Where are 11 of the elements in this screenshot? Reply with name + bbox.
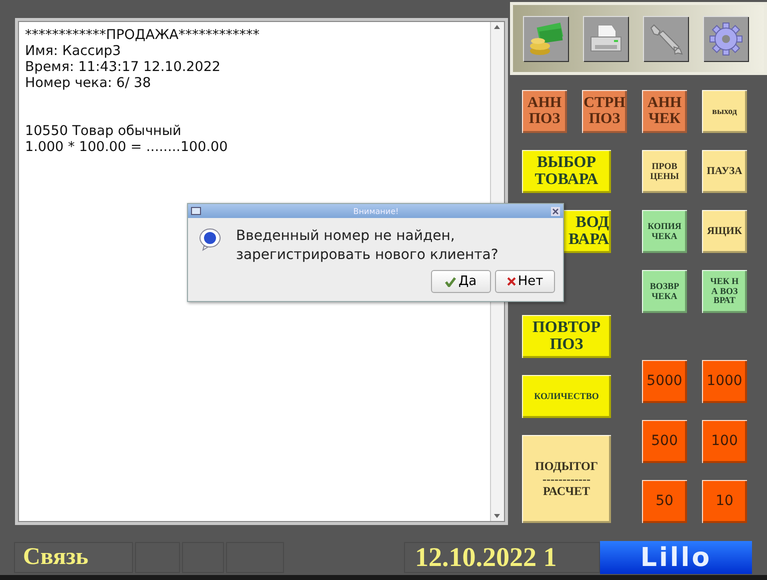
receipt-line: Время: 11:43:17 12.10.2022 [25, 59, 222, 75]
dialog-message: Введенный номер не найден, зарегистрировать нового клиента? [236, 227, 498, 265]
receipt-line: 1.000 * 100.00 = ........100.00 [25, 139, 229, 155]
receipt-line: 10550 Товар обычный [25, 123, 182, 139]
date-display: 12.10.2022 1 [404, 542, 600, 573]
receipt-line: Имя: Кассир3 [25, 43, 122, 59]
receipt-line: Номер чека: 6/ 38 [25, 75, 152, 91]
receipt-line: ************ПРОДАЖА************ [25, 27, 260, 43]
connection-status: Связь [14, 542, 133, 573]
logo: Lillo [600, 541, 752, 574]
dialog-title: Внимание! [353, 206, 399, 216]
